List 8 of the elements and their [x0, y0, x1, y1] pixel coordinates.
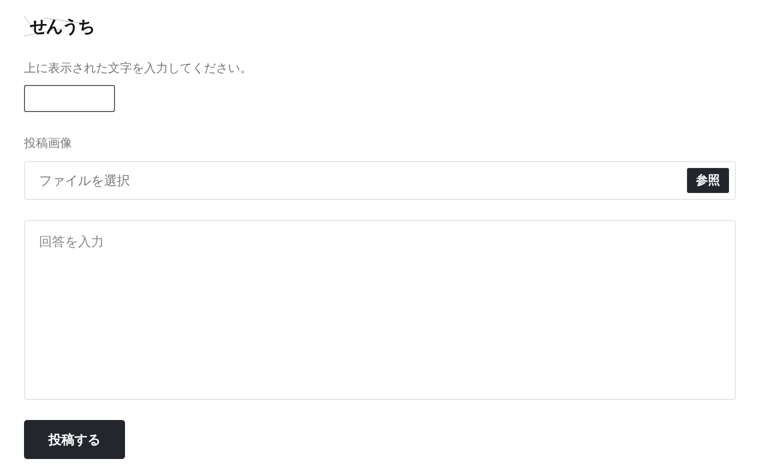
captcha-image: せんうち	[24, 14, 94, 38]
browse-button[interactable]: 参照	[687, 168, 729, 193]
captcha-prompt: 上に表示された文字を入力してください。	[24, 60, 252, 77]
file-field[interactable]: ファイルを選択 参照	[24, 161, 736, 200]
answer-field[interactable]: 回答を入力	[24, 220, 736, 400]
submit-button[interactable]: 投稿する	[24, 420, 125, 459]
captcha-input-field[interactable]	[24, 85, 115, 112]
field-label: 投稿画像	[24, 135, 72, 152]
